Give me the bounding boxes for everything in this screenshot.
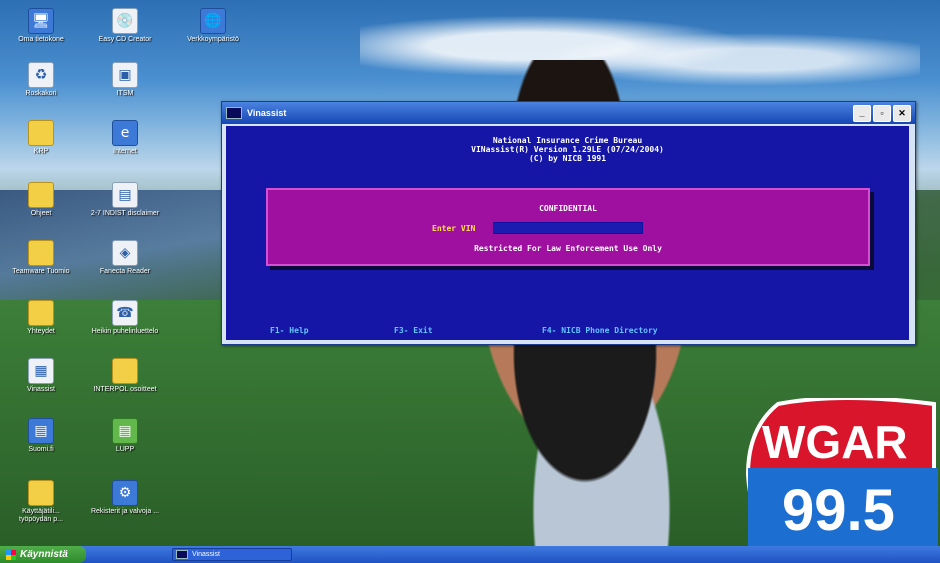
taskbar-task-label: Vinassist	[192, 551, 220, 558]
start-button[interactable]: Käynnistä	[0, 546, 86, 563]
maximize-button[interactable]: ▫	[873, 104, 891, 122]
close-button[interactable]: ✕	[893, 104, 911, 122]
verkkoymp-rist-icon: 🌐	[200, 8, 226, 34]
desktop-icon-label: Easy CD Creator	[98, 36, 152, 43]
vinassist-icon: ▦	[28, 358, 54, 384]
header-line-1: National Insurance Crime Bureau	[492, 136, 643, 145]
desktop-icon-internet[interactable]: e Internet	[90, 120, 160, 156]
wgar-logo-frequency: 99.5	[782, 478, 895, 543]
desktop-icon-label: Internet	[113, 148, 137, 155]
f3-exit-key[interactable]: F3- Exit	[394, 326, 433, 335]
vin-input[interactable]	[493, 222, 643, 234]
itsm-icon: ▣	[112, 62, 138, 88]
wgar-logo-text: WGAR	[762, 416, 908, 468]
restriction-notice: Restricted For Law Enforcement Use Only	[474, 244, 662, 253]
vinassist-window: Vinassist _ ▫ ✕ National Insurance Crime…	[221, 101, 916, 345]
desktop-icon-lupp[interactable]: ▤ LUPP	[90, 418, 160, 454]
header-line-3: (C) by NICB 1991	[528, 154, 607, 163]
desktop-icon-yhteydet[interactable]: Yhteydet	[6, 300, 76, 336]
wgar-logo: WGAR 99.5	[745, 398, 938, 548]
desktop-icon-suomi-fi[interactable]: ▤ Suomi.fi	[6, 418, 76, 454]
desktop-icon-label: KRP	[33, 148, 49, 155]
desktop-icon-itsm[interactable]: ▣ ITSM	[90, 62, 160, 98]
desktop-icon-label: Fanecta Reader	[99, 268, 151, 275]
roskakori-icon: ♻	[28, 62, 54, 88]
folder-icon	[28, 300, 54, 326]
folder-icon	[28, 480, 54, 506]
desktop-icon-label: Oma tietokone	[18, 36, 64, 43]
desktop-icon-krp[interactable]: KRP	[6, 120, 76, 156]
desktop-icon-label: ITSM	[116, 90, 134, 97]
windows-flag-icon	[6, 549, 16, 560]
desktop-icon-fanecta-reader[interactable]: ◈ Fanecta Reader	[90, 240, 160, 276]
folder-icon	[112, 358, 138, 384]
taskbar: Käynnistä Vinassist	[0, 546, 940, 563]
suomi-fi-icon: ▤	[28, 418, 54, 444]
console-app-icon	[176, 550, 188, 559]
desktop-icon-k-ytt-j-tili-ty-p-yd-n-p[interactable]: Käyttäjätili... työpöydän p...	[6, 480, 76, 524]
panel-title: CONFIDENTIAL	[539, 204, 597, 213]
folder-icon	[28, 182, 54, 208]
desktop-icon-label: Heikin puhelinluettelo	[91, 328, 159, 335]
desktop-icon-roskakori[interactable]: ♻ Roskakori	[6, 62, 76, 98]
window-title: Vinassist	[247, 108, 287, 118]
desktop-icon-label: Roskakori	[25, 90, 57, 97]
folder-icon	[28, 240, 54, 266]
window-titlebar[interactable]: Vinassist _ ▫ ✕	[222, 102, 915, 124]
header-line-2: VINassist(R) Version 1.29LE (07/24/2004)	[471, 145, 664, 154]
desktop-icon-label: Käyttäjätili... työpöydän p...	[19, 508, 63, 523]
desktop-icon-label: 2-7 INDIST disclaimer	[90, 210, 160, 217]
folder-icon	[28, 120, 54, 146]
console-area: National Insurance Crime Bureau VINassis…	[226, 126, 909, 340]
console-app-icon	[226, 107, 242, 119]
desktop-icon-label: Verkkoympäristö	[187, 36, 239, 43]
desktop-icon-label: Yhteydet	[27, 328, 55, 335]
fanecta-reader-icon: ◈	[112, 240, 138, 266]
desktop-icon-heikin-puhelinluettelo[interactable]: ☎ Heikin puhelinluettelo	[90, 300, 160, 336]
2-7-indist-disclaimer-icon: ▤	[112, 182, 138, 208]
oma-tietokone-icon: 🖥	[28, 8, 54, 34]
desktop-icon-interpol-osoitteet[interactable]: INTERPOL osoitteet	[90, 358, 160, 394]
desktop-icon-label: Ohjeet	[30, 210, 52, 217]
f1-help-key[interactable]: F1- Help	[270, 326, 309, 335]
rekisterit-ja-valvoja-icon: ⚙	[112, 480, 138, 506]
easy-cd-creator-icon: 💿	[112, 8, 138, 34]
taskbar-vinassist-button[interactable]: Vinassist	[172, 548, 292, 561]
desktop-icon-label: Suomi.fi	[28, 446, 54, 453]
confidential-panel: CONFIDENTIAL Enter VIN Restricted For La…	[266, 188, 870, 266]
desktop-icon-easy-cd-creator[interactable]: 💿 Easy CD Creator	[90, 8, 160, 44]
desktop-icon-label: Vinassist	[27, 386, 55, 393]
f4-phone-directory-key[interactable]: F4- NICB Phone Directory	[542, 326, 658, 335]
internet-icon: e	[112, 120, 138, 146]
desktop-icon-vinassist[interactable]: ▦ Vinassist	[6, 358, 76, 394]
minimize-button[interactable]: _	[853, 104, 871, 122]
desktop-icon-verkkoymp-rist[interactable]: 🌐 Verkkoympäristö	[178, 8, 248, 44]
heikin-puhelinluettelo-icon: ☎	[112, 300, 138, 326]
start-label: Käynnistä	[20, 549, 68, 560]
lupp-icon: ▤	[112, 418, 138, 444]
desktop-icon-teamware-tuomio[interactable]: Teamware Tuomio	[6, 240, 76, 276]
desktop-icon-2-7-indist-disclaimer[interactable]: ▤ 2-7 INDIST disclaimer	[90, 182, 160, 218]
desktop-icon-label: Teamware Tuomio	[12, 268, 70, 275]
desktop-icon-oma-tietokone[interactable]: 🖥 Oma tietokone	[6, 8, 76, 44]
desktop-icon-ohjeet[interactable]: Ohjeet	[6, 182, 76, 218]
desktop-icon-label: Rekisterit ja valvoja ...	[90, 508, 160, 515]
vin-label: Enter VIN	[432, 224, 476, 233]
desktop-icon-label: INTERPOL osoitteet	[93, 386, 157, 393]
desktop-icon-label: LUPP	[115, 446, 135, 453]
desktop-icon-rekisterit-ja-valvoja[interactable]: ⚙ Rekisterit ja valvoja ...	[90, 480, 160, 516]
